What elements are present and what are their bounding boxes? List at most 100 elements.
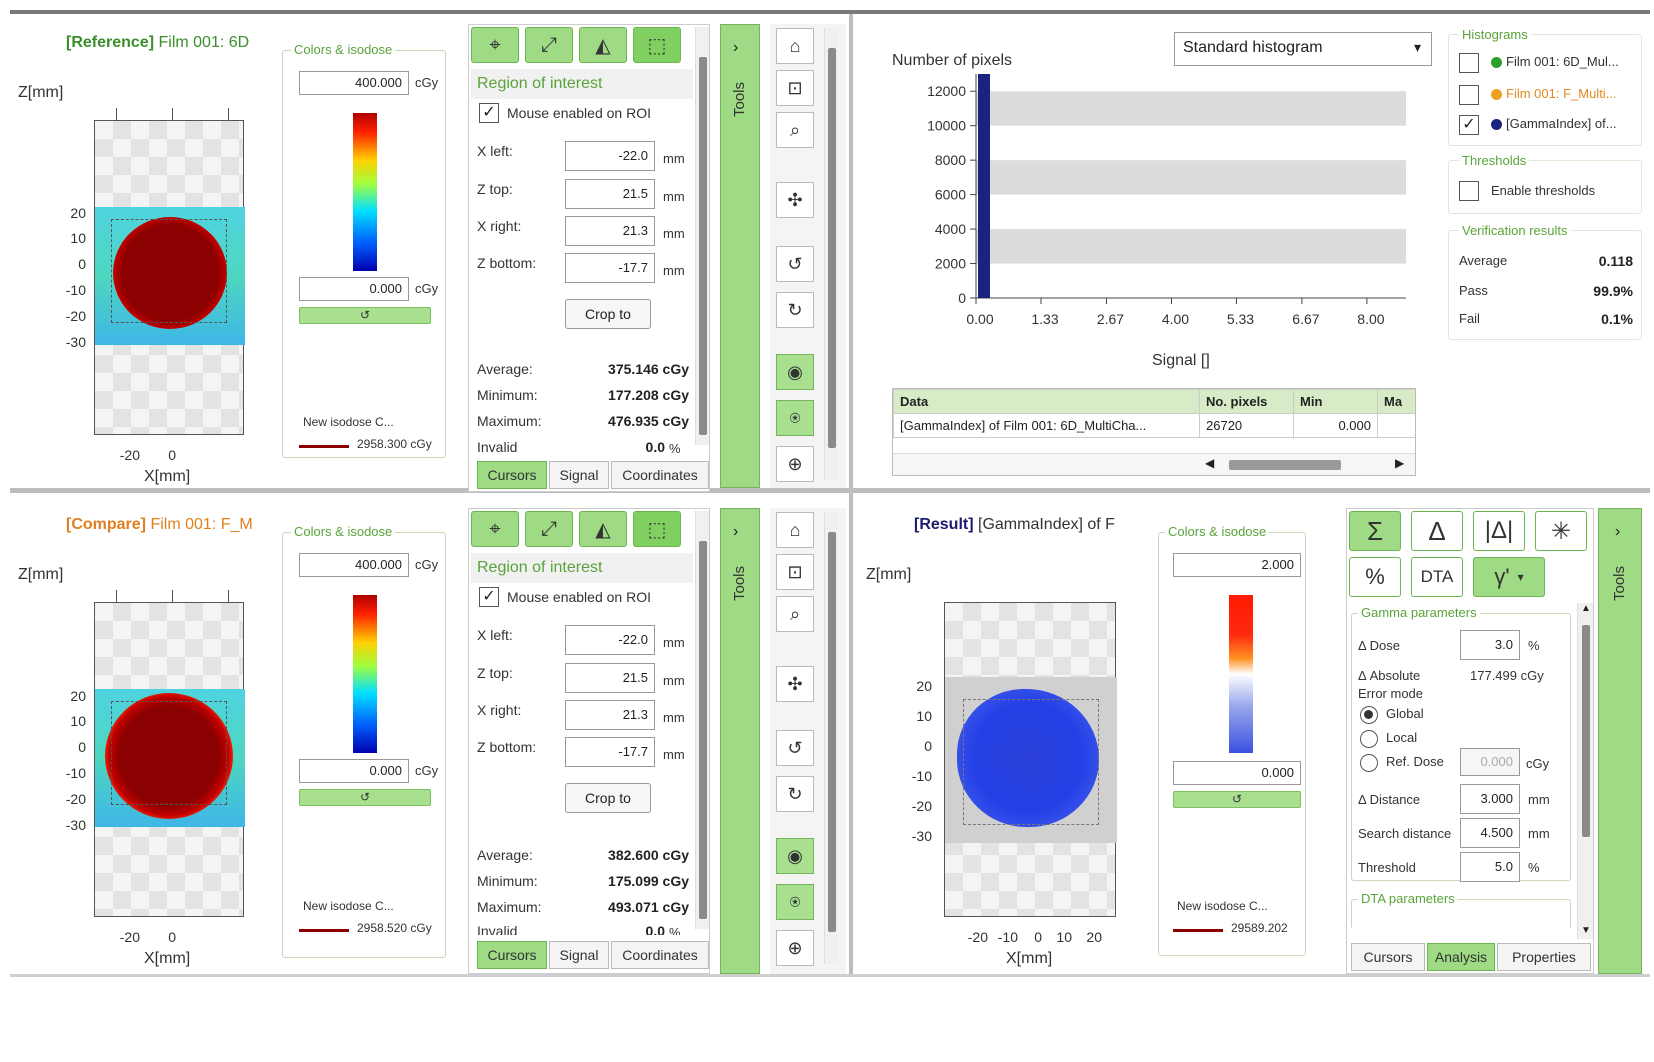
- scroll-thumb[interactable]: [828, 532, 836, 932]
- x-left-input[interactable]: -22.0: [565, 625, 655, 655]
- probe-button[interactable]: ⍟: [776, 884, 814, 920]
- chevron-right-icon[interactable]: ›: [733, 39, 738, 57]
- column-header[interactable]: Data: [893, 389, 1200, 414]
- toolbar-scrollbar[interactable]: [824, 512, 838, 964]
- crop-to-roi-button[interactable]: Crop to: [565, 783, 651, 813]
- scroll-thumb[interactable]: [1582, 625, 1590, 837]
- isodose-tool-button[interactable]: ✣: [776, 182, 814, 218]
- probe-button[interactable]: ⍟: [776, 400, 814, 436]
- table-row[interactable]: [GammaIndex] of Film 001: 6D_MultiCha...…: [893, 413, 1415, 438]
- zoom-in-button[interactable]: ⊕: [776, 446, 814, 482]
- new-isodose-label[interactable]: New isodose C...: [303, 415, 394, 429]
- abs-difference-button[interactable]: |Δ|: [1473, 511, 1525, 551]
- reset-colors-button[interactable]: ↺: [299, 307, 431, 324]
- chevron-right-icon[interactable]: ›: [733, 523, 738, 541]
- dta-button[interactable]: DTA: [1411, 557, 1463, 597]
- home-button[interactable]: ⌂: [776, 28, 814, 64]
- min-gamma-input[interactable]: 0.000: [1173, 761, 1301, 785]
- sum-button[interactable]: Σ: [1349, 511, 1401, 551]
- crosshair-tool-button[interactable]: ⌖: [471, 511, 519, 547]
- scroll-right-icon[interactable]: ▶: [1395, 456, 1404, 470]
- gamma-button[interactable]: γ' ▾: [1473, 557, 1545, 597]
- enable-thresholds-checkbox[interactable]: [1459, 181, 1479, 201]
- ref-dose-radio[interactable]: [1360, 754, 1378, 772]
- max-dose-input[interactable]: 400.000: [299, 71, 409, 95]
- min-dose-input[interactable]: 0.000: [299, 277, 409, 301]
- zoom-area-button[interactable]: ⊡: [776, 554, 814, 590]
- histogram-chart[interactable]: 12000 10000 8000 6000 4000 2000 00.00 1.33 2.67 4…: [900, 70, 1420, 370]
- tab-coordinates[interactable]: Coordinates: [611, 941, 709, 969]
- tab-analysis[interactable]: Analysis: [1427, 943, 1495, 971]
- crop-to-roi-button[interactable]: Crop to: [565, 299, 651, 329]
- rotate-button[interactable]: ↺: [776, 246, 814, 282]
- search-distance-input[interactable]: 4.500: [1460, 818, 1520, 848]
- max-dose-input[interactable]: 400.000: [299, 553, 409, 577]
- new-isodose-label[interactable]: New isodose C...: [303, 899, 394, 913]
- scroll-thumb[interactable]: [1229, 460, 1341, 470]
- local-radio[interactable]: [1360, 730, 1378, 748]
- profile-tool-button[interactable]: ⤢: [525, 27, 573, 63]
- angle-tool-button[interactable]: ◭: [579, 511, 627, 547]
- roi-rectangle[interactable]: [963, 699, 1099, 825]
- scroll-thumb[interactable]: [699, 541, 707, 919]
- min-dose-input[interactable]: 0.000: [299, 759, 409, 783]
- x-right-input[interactable]: 21.3: [565, 700, 655, 730]
- distance-input[interactable]: 3.000: [1460, 784, 1520, 814]
- tab-signal[interactable]: Signal: [549, 461, 609, 489]
- z-top-input[interactable]: 21.5: [565, 179, 655, 209]
- tools-sidebar[interactable]: › Tools: [720, 24, 760, 488]
- roi-tool-button[interactable]: ⬚: [633, 27, 681, 63]
- isodose-tool-button[interactable]: ✣: [776, 666, 814, 702]
- scroll-thumb[interactable]: [699, 57, 707, 435]
- tab-coordinates[interactable]: Coordinates: [611, 461, 709, 489]
- histogram-type-dropdown[interactable]: Standard histogram ▾: [1174, 32, 1432, 66]
- roi-scrollbar[interactable]: [695, 27, 709, 445]
- toolbar-scrollbar[interactable]: [824, 28, 838, 480]
- home-button[interactable]: ⌂: [776, 512, 814, 548]
- column-header[interactable]: Ma: [1377, 389, 1415, 414]
- vertical-splitter[interactable]: [849, 14, 853, 974]
- dose-input[interactable]: 3.0: [1460, 630, 1520, 660]
- roi-rectangle[interactable]: [111, 219, 227, 323]
- profile-tool-button[interactable]: ⤢: [525, 511, 573, 547]
- angle-tool-button[interactable]: ◭: [579, 27, 627, 63]
- scroll-up-icon[interactable]: ▲: [1581, 603, 1591, 614]
- tab-properties[interactable]: Properties: [1497, 943, 1591, 971]
- scroll-down-icon[interactable]: ▼: [1581, 925, 1591, 936]
- global-radio[interactable]: [1360, 706, 1378, 724]
- histogram-1-checkbox[interactable]: [1459, 53, 1479, 73]
- pin-button[interactable]: ◉: [776, 838, 814, 874]
- result-gamma-plot[interactable]: [944, 602, 1117, 917]
- reset-colors-button[interactable]: ↺: [299, 789, 431, 806]
- z-top-input[interactable]: 21.5: [565, 663, 655, 693]
- ratio-button[interactable]: %: [1349, 557, 1401, 597]
- ref-dose-input[interactable]: 0.000: [1460, 748, 1520, 776]
- redo-button[interactable]: ↻: [776, 776, 814, 812]
- max-gamma-input[interactable]: 2.000: [1173, 553, 1301, 577]
- z-bottom-input[interactable]: -17.7: [565, 737, 655, 767]
- tab-cursors[interactable]: Cursors: [477, 461, 547, 489]
- reset-colors-button[interactable]: ↺: [1173, 791, 1301, 808]
- roi-rectangle[interactable]: [111, 701, 227, 805]
- zoom-fit-button[interactable]: ⌕: [776, 112, 814, 148]
- roi-tool-button[interactable]: ⬚: [633, 511, 681, 547]
- column-header[interactable]: Min: [1293, 389, 1378, 414]
- roi-scrollbar[interactable]: [695, 511, 709, 929]
- x-left-input[interactable]: -22.0: [565, 141, 655, 171]
- mouse-roi-checkbox[interactable]: ✓: [479, 103, 499, 123]
- analysis-scrollbar[interactable]: ▲ ▼: [1577, 603, 1593, 939]
- zoom-area-button[interactable]: ⊡: [776, 70, 814, 106]
- column-header[interactable]: No. pixels: [1199, 389, 1294, 414]
- asterisk-button[interactable]: ✳: [1535, 511, 1587, 551]
- tab-cursors[interactable]: Cursors: [1351, 943, 1425, 971]
- redo-button[interactable]: ↻: [776, 292, 814, 328]
- zoom-fit-button[interactable]: ⌕: [776, 596, 814, 632]
- table-hscroll[interactable]: ◀ ▶: [893, 453, 1415, 475]
- tools-sidebar[interactable]: › Tools: [1598, 508, 1642, 974]
- z-bottom-input[interactable]: -17.7: [565, 253, 655, 283]
- rotate-button[interactable]: ↺: [776, 730, 814, 766]
- difference-button[interactable]: Δ: [1411, 511, 1463, 551]
- tools-sidebar[interactable]: › Tools: [720, 508, 760, 974]
- pin-button[interactable]: ◉: [776, 354, 814, 390]
- mouse-roi-checkbox[interactable]: ✓: [479, 587, 499, 607]
